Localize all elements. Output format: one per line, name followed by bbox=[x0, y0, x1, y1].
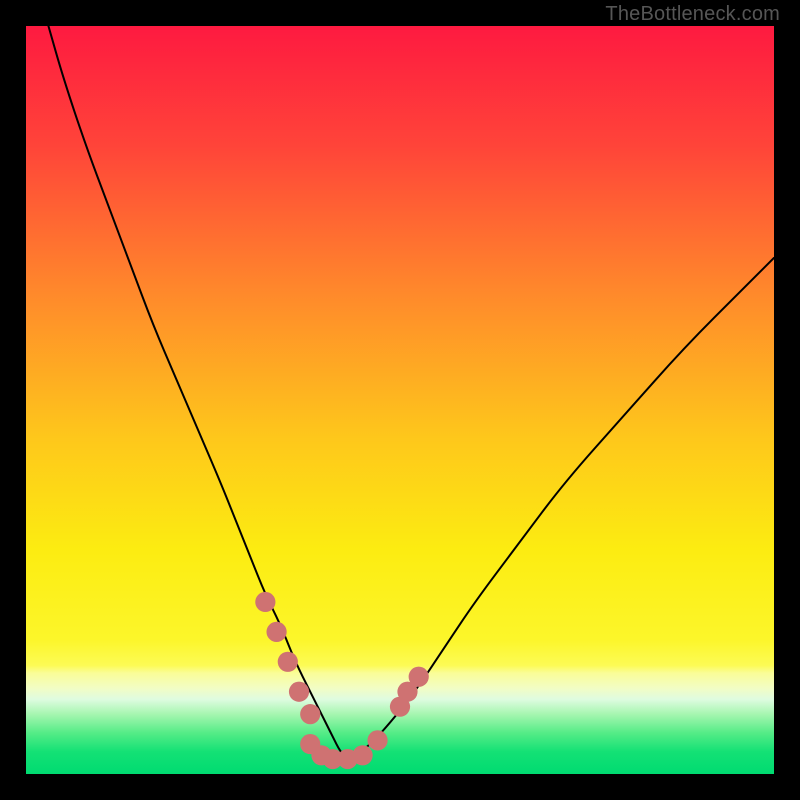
curve-layer bbox=[26, 26, 774, 774]
highlight-point bbox=[300, 704, 320, 724]
plot-area bbox=[26, 26, 774, 774]
highlight-point bbox=[289, 682, 309, 702]
highlight-point bbox=[353, 745, 373, 765]
chart-frame: TheBottleneck.com bbox=[0, 0, 800, 800]
watermark-text: TheBottleneck.com bbox=[605, 3, 780, 26]
highlight-markers bbox=[255, 592, 429, 769]
highlight-point bbox=[255, 592, 275, 612]
highlight-point bbox=[278, 652, 298, 672]
highlight-point bbox=[409, 667, 429, 687]
bottleneck-curve bbox=[48, 26, 774, 757]
highlight-point bbox=[266, 622, 286, 642]
highlight-point bbox=[367, 730, 387, 750]
